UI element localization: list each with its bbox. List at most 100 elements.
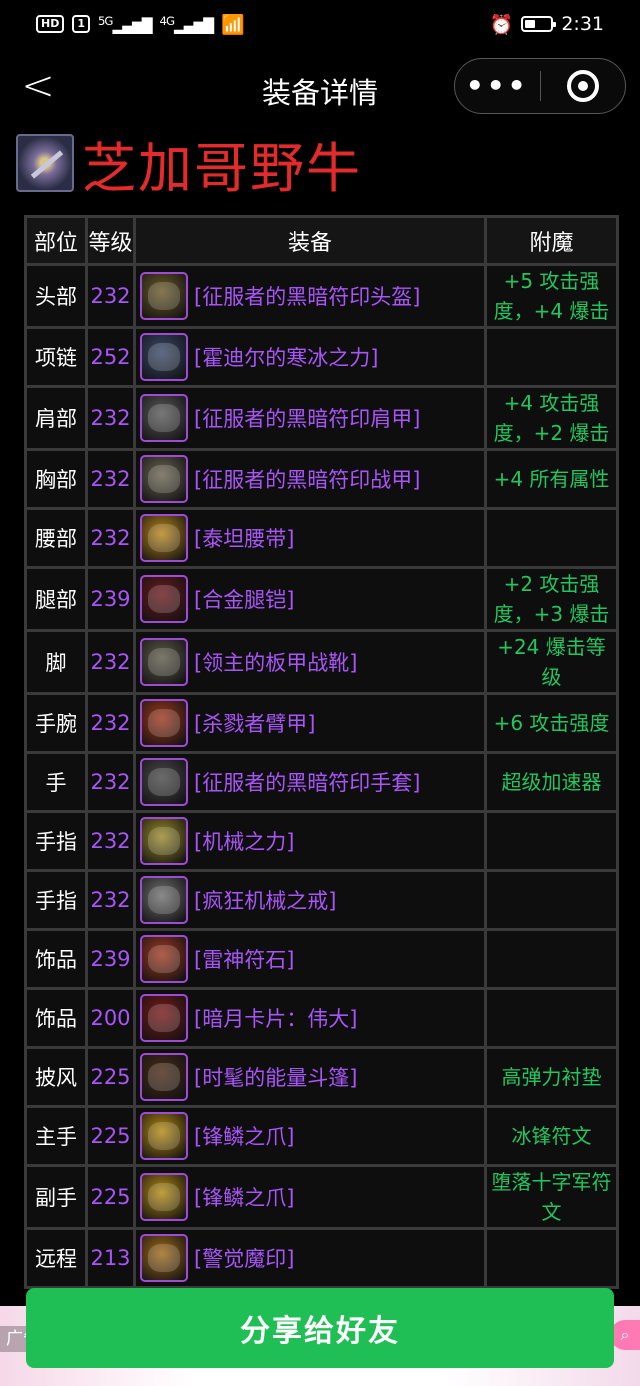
item-cell[interactable]: [锋鳞之爪] bbox=[133, 1164, 487, 1230]
item-link[interactable]: [锋鳞之爪] bbox=[140, 1173, 480, 1221]
equipment-table: 部位 等级 装备 附魔 头部 232 [征服者的黑暗符印头盔] +5 攻击强度，+4 … bbox=[24, 215, 619, 1289]
item-name[interactable]: [锋鳞之爪] bbox=[194, 1121, 294, 1151]
slot-cell: 手腕 bbox=[24, 692, 88, 754]
enchant-cell: +5 攻击强度，+4 爆击 bbox=[484, 263, 619, 329]
item-icon[interactable] bbox=[140, 1234, 188, 1282]
status-right: ⏰ 2:31 bbox=[490, 13, 604, 36]
item-cell[interactable]: [时髦的能量斗篷] bbox=[133, 1046, 487, 1108]
item-name[interactable]: [时髦的能量斗篷] bbox=[194, 1062, 357, 1092]
item-link[interactable]: [征服者的黑暗符印头盔] bbox=[140, 272, 480, 320]
header-level: 等级 bbox=[85, 215, 136, 266]
item-link[interactable]: [征服者的黑暗符印战甲] bbox=[140, 455, 480, 503]
level-cell: 232 bbox=[85, 448, 136, 510]
enchant-cell: 冰锋符文 bbox=[484, 1105, 619, 1167]
item-icon[interactable] bbox=[140, 699, 188, 747]
item-cell[interactable]: [警觉魔印] bbox=[133, 1227, 487, 1289]
item-name[interactable]: [警觉魔印] bbox=[194, 1243, 294, 1273]
table-row: 饰品 200 [暗月卡片：伟大] bbox=[24, 987, 619, 1049]
item-name[interactable]: [暗月卡片：伟大] bbox=[194, 1003, 357, 1033]
item-link[interactable]: [泰坦腰带] bbox=[140, 514, 480, 562]
level-cell: 213 bbox=[85, 1227, 136, 1289]
item-cell[interactable]: [泰坦腰带] bbox=[133, 507, 487, 569]
item-name[interactable]: [泰坦腰带] bbox=[194, 523, 294, 553]
search-icon[interactable]: ⌕ bbox=[610, 1320, 640, 1350]
item-name[interactable]: [雷神符石] bbox=[194, 944, 294, 974]
enchant-cell bbox=[484, 507, 619, 569]
item-link[interactable]: [领主的板甲战靴] bbox=[140, 638, 480, 686]
item-name[interactable]: [锋鳞之爪] bbox=[194, 1182, 294, 1212]
table-row: 远程 213 [警觉魔印] bbox=[24, 1227, 619, 1289]
item-cell[interactable]: [领主的板甲战靴] bbox=[133, 629, 487, 695]
item-link[interactable]: [征服者的黑暗符印肩甲] bbox=[140, 394, 480, 442]
item-name[interactable]: [霍迪尔的寒冰之力] bbox=[194, 342, 378, 372]
item-icon[interactable] bbox=[140, 575, 188, 623]
item-icon[interactable] bbox=[140, 333, 188, 381]
slot-cell: 远程 bbox=[24, 1227, 88, 1289]
item-name[interactable]: [机械之力] bbox=[194, 826, 294, 856]
item-link[interactable]: [警觉魔印] bbox=[140, 1234, 480, 1282]
item-cell[interactable]: [疯狂机械之戒] bbox=[133, 869, 487, 931]
item-link[interactable]: [霍迪尔的寒冰之力] bbox=[140, 333, 480, 381]
battery-icon bbox=[521, 16, 557, 32]
item-icon[interactable] bbox=[140, 817, 188, 865]
item-cell[interactable]: [征服者的黑暗符印头盔] bbox=[133, 263, 487, 329]
item-link[interactable]: [时髦的能量斗篷] bbox=[140, 1053, 480, 1101]
item-icon[interactable] bbox=[140, 994, 188, 1042]
item-link[interactable]: [暗月卡片：伟大] bbox=[140, 994, 480, 1042]
table-row: 主手 225 [锋鳞之爪] 冰锋符文 bbox=[24, 1105, 619, 1167]
item-icon[interactable] bbox=[140, 876, 188, 924]
item-icon[interactable] bbox=[140, 1112, 188, 1160]
enchant-cell bbox=[484, 987, 619, 1049]
item-cell[interactable]: [合金腿铠] bbox=[133, 566, 487, 632]
more-button[interactable]: ••• bbox=[455, 58, 540, 114]
item-name[interactable]: [杀戮者臂甲] bbox=[194, 708, 315, 738]
item-cell[interactable]: [暗月卡片：伟大] bbox=[133, 987, 487, 1049]
item-cell[interactable]: [雷神符石] bbox=[133, 928, 487, 990]
more-dots-icon: ••• bbox=[465, 69, 529, 102]
enchant-cell: 超级加速器 bbox=[484, 751, 619, 813]
enchant-cell bbox=[484, 326, 619, 388]
share-button[interactable]: 分享给好友 bbox=[26, 1288, 614, 1368]
item-icon[interactable] bbox=[140, 1173, 188, 1221]
item-icon[interactable] bbox=[140, 272, 188, 320]
item-icon[interactable] bbox=[140, 394, 188, 442]
item-cell[interactable]: [霍迪尔的寒冰之力] bbox=[133, 326, 487, 388]
item-link[interactable]: [合金腿铠] bbox=[140, 575, 480, 623]
status-bar: HD 1 5G▂▄▆█ 4G▂▄▆█ 📶 ⏰ 2:31 bbox=[0, 0, 640, 48]
item-name[interactable]: [征服者的黑暗符印肩甲] bbox=[194, 403, 420, 433]
target-icon bbox=[566, 70, 599, 102]
signal-5g-icon: 5G▂▄▆█ bbox=[98, 13, 153, 35]
item-icon[interactable] bbox=[140, 455, 188, 503]
item-icon[interactable] bbox=[140, 758, 188, 806]
item-name[interactable]: [征服者的黑暗符印战甲] bbox=[194, 464, 420, 494]
item-cell[interactable]: [征服者的黑暗符印战甲] bbox=[133, 448, 487, 510]
item-cell[interactable]: [机械之力] bbox=[133, 810, 487, 872]
item-link[interactable]: [杀戮者臂甲] bbox=[140, 699, 480, 747]
item-name[interactable]: [合金腿铠] bbox=[194, 584, 294, 614]
item-icon[interactable] bbox=[140, 638, 188, 686]
item-icon[interactable] bbox=[140, 1053, 188, 1101]
item-icon[interactable] bbox=[140, 935, 188, 983]
item-link[interactable]: [疯狂机械之戒] bbox=[140, 876, 480, 924]
item-name[interactable]: [领主的板甲战靴] bbox=[194, 647, 357, 677]
level-cell: 232 bbox=[85, 810, 136, 872]
item-link[interactable]: [机械之力] bbox=[140, 817, 480, 865]
item-icon[interactable] bbox=[140, 514, 188, 562]
enchant-cell: +24 爆击等级 bbox=[484, 629, 619, 695]
item-link[interactable]: [锋鳞之爪] bbox=[140, 1112, 480, 1160]
close-miniprogram-button[interactable] bbox=[541, 58, 626, 114]
level-cell: 225 bbox=[85, 1046, 136, 1108]
table-row: 副手 225 [锋鳞之爪] 堕落十字军符文 bbox=[24, 1164, 619, 1230]
item-cell[interactable]: [锋鳞之爪] bbox=[133, 1105, 487, 1167]
item-link[interactable]: [征服者的黑暗符印手套] bbox=[140, 758, 480, 806]
item-name[interactable]: [疯狂机械之戒] bbox=[194, 885, 336, 915]
slot-cell: 胸部 bbox=[24, 448, 88, 510]
item-name[interactable]: [征服者的黑暗符印手套] bbox=[194, 767, 420, 797]
item-link[interactable]: [雷神符石] bbox=[140, 935, 480, 983]
item-cell[interactable]: [杀戮者臂甲] bbox=[133, 692, 487, 754]
item-name[interactable]: [征服者的黑暗符印头盔] bbox=[194, 281, 420, 311]
table-row: 头部 232 [征服者的黑暗符印头盔] +5 攻击强度，+4 爆击 bbox=[24, 263, 619, 329]
item-cell[interactable]: [征服者的黑暗符印肩甲] bbox=[133, 385, 487, 451]
slot-cell: 脚 bbox=[24, 629, 88, 695]
item-cell[interactable]: [征服者的黑暗符印手套] bbox=[133, 751, 487, 813]
